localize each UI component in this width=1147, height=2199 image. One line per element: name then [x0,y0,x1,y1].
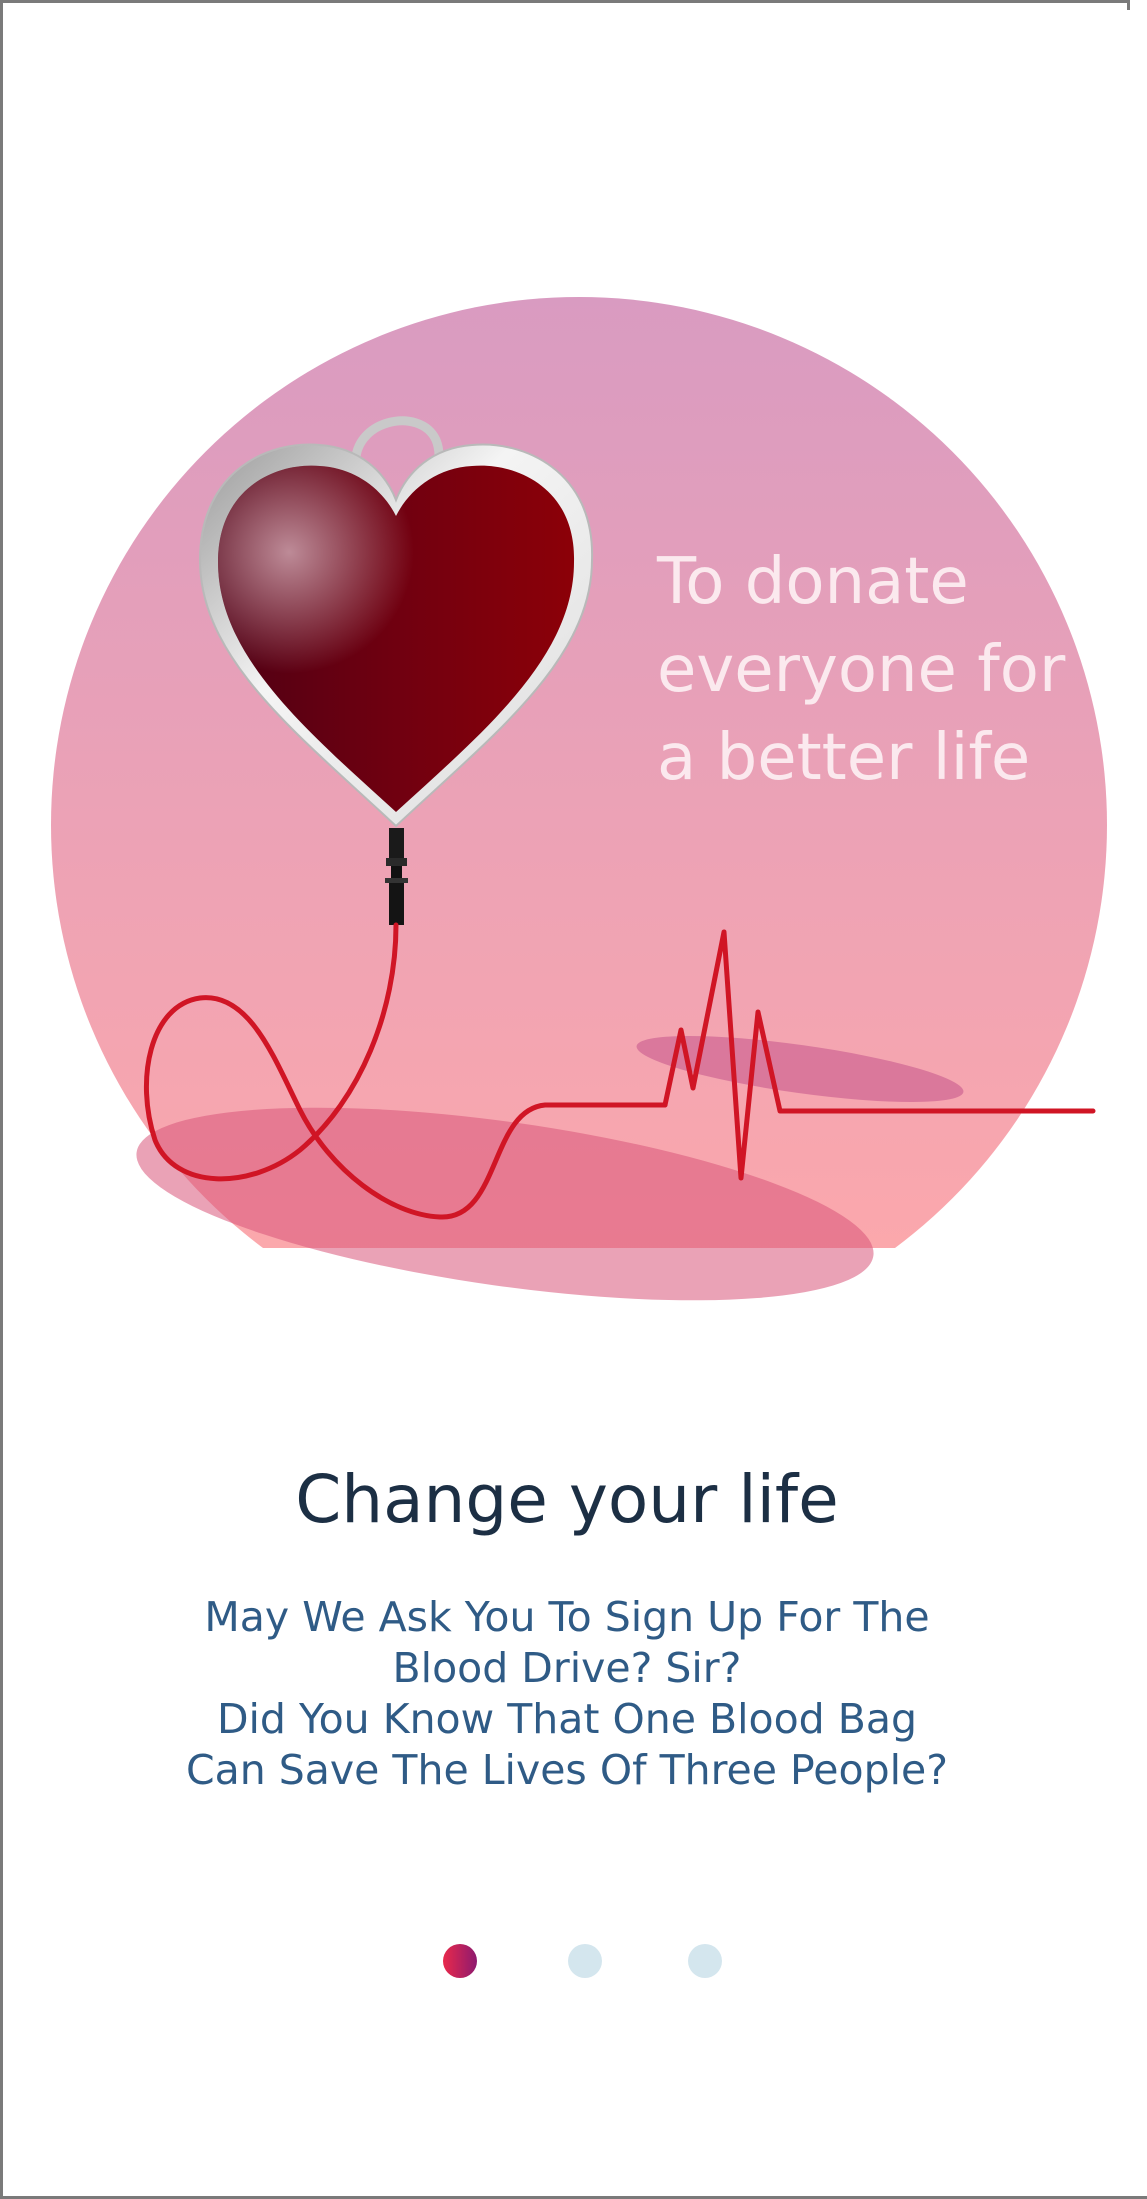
page-indicator-3[interactable] [688,1944,722,1978]
page-indicator-2[interactable] [568,1944,602,1978]
pagination-dots [0,1944,1147,1980]
page-description: May We Ask You To Sign Up For The Blood … [185,1593,949,1794]
page-indicator-1-active[interactable] [443,1944,477,1978]
page-title: Change your life [295,1461,839,1538]
hero-tagline: To donate everyone for a better life [657,545,1066,795]
onboarding-illustration: To donate everyone for a better life [0,0,1147,1330]
